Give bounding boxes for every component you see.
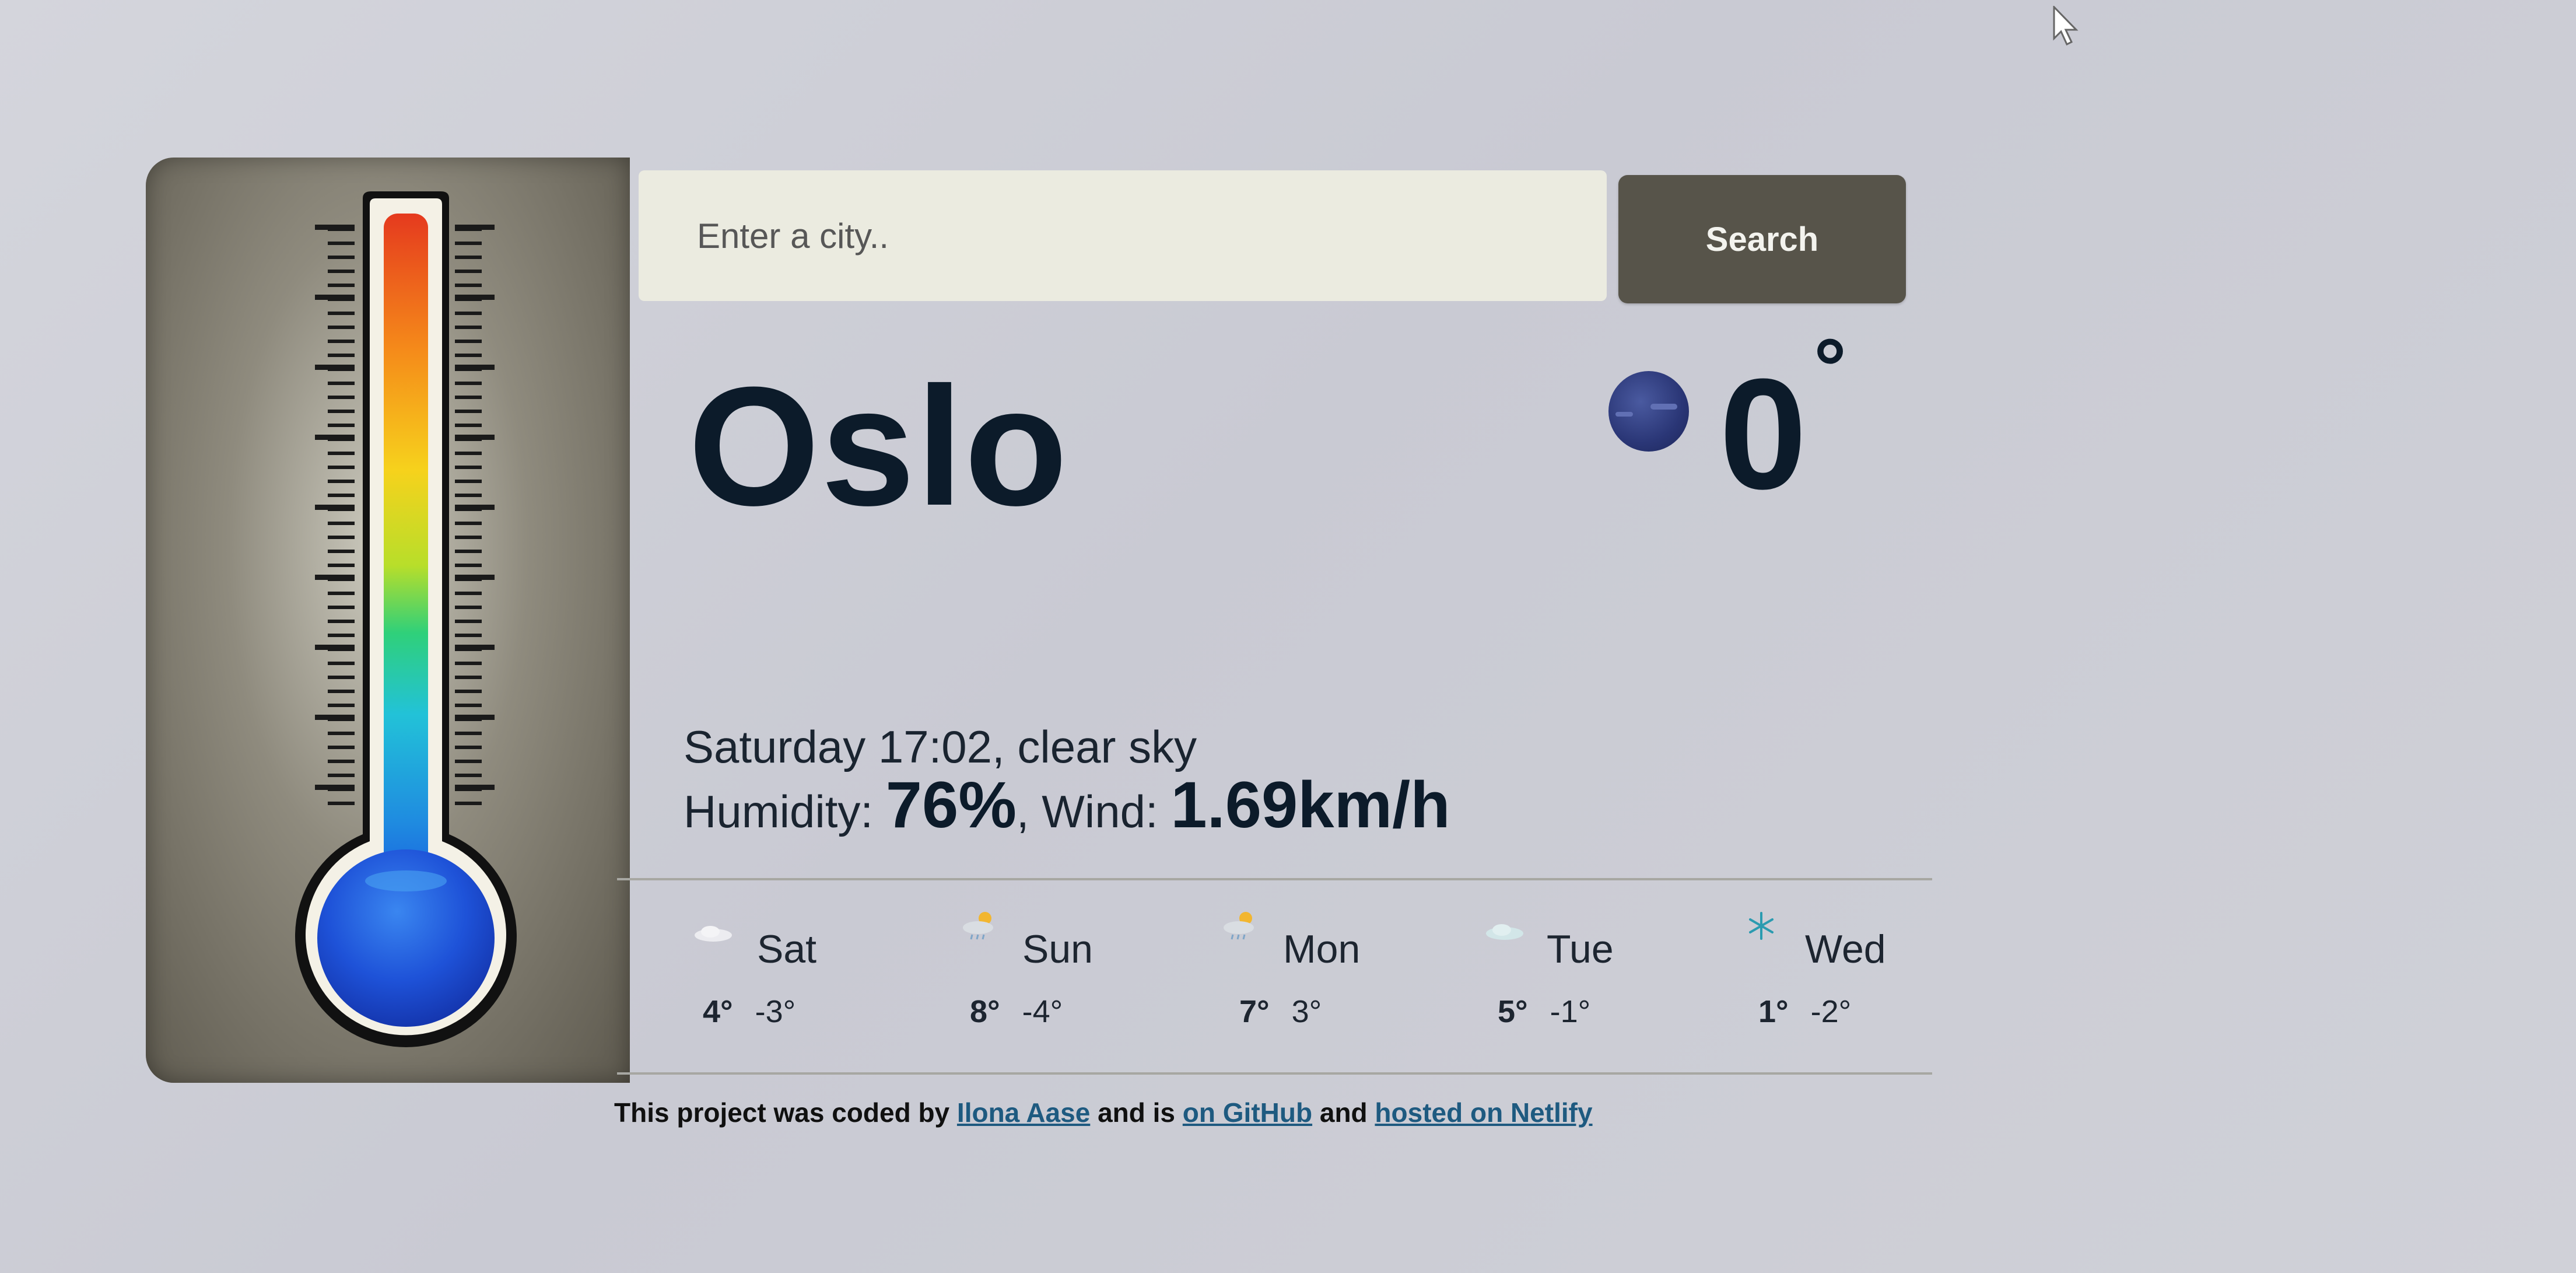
- mouse-cursor-icon: [2053, 6, 2079, 46]
- humidity-value: 76%: [885, 768, 1017, 841]
- current-temperature: 0: [1719, 347, 1807, 522]
- forecast-max: 1°: [1758, 994, 1789, 1029]
- forecast-min: -4°: [1022, 994, 1063, 1029]
- wind-value: 1.69km/h: [1170, 768, 1450, 841]
- forecast-day: Tue: [1547, 927, 1614, 971]
- snowflake-icon: [1749, 912, 1774, 940]
- cloud-icon: [695, 926, 732, 942]
- sun-rain-cloud-icon: [963, 912, 993, 940]
- forecast-max: 4°: [703, 994, 733, 1029]
- forecast-min: 3°: [1291, 994, 1322, 1029]
- footer-prefix: This project was coded by: [614, 1097, 957, 1128]
- forecast-day: Mon: [1283, 927, 1361, 971]
- city-search-input[interactable]: [639, 170, 1607, 301]
- forecast-max: 7°: [1239, 994, 1270, 1029]
- cloud-icon: [1486, 924, 1523, 940]
- forecast-day: Sat: [757, 927, 817, 971]
- footer-and: and: [1312, 1097, 1375, 1128]
- forecast-min: -1°: [1550, 994, 1591, 1029]
- github-link[interactable]: on GitHub: [1183, 1097, 1312, 1128]
- forecast-day: Sun: [1022, 927, 1093, 971]
- humidity-label: Humidity:: [684, 786, 886, 837]
- thermometer-image: [146, 158, 630, 1083]
- humidity-wind-line: Humidity: 76%, Wind: 1.69km/h: [684, 769, 1450, 841]
- netlify-link[interactable]: hosted on Netlify: [1375, 1097, 1592, 1128]
- forecast-temps: 4° -3°: [703, 996, 795, 1027]
- forecast-temps: 1° -2°: [1758, 996, 1851, 1027]
- wind-label: , Wind:: [1016, 786, 1171, 837]
- thermometer-icon: [295, 191, 517, 1047]
- sun-rain-cloud-icon: [1224, 912, 1254, 940]
- author-link[interactable]: Ilona Aase: [957, 1097, 1090, 1128]
- forecast-day: Wed: [1805, 927, 1886, 971]
- degree-symbol: °: [1814, 321, 1846, 413]
- city-name: Oslo: [688, 352, 1069, 541]
- forecast-max: 5°: [1498, 994, 1528, 1029]
- search-button[interactable]: Search: [1618, 175, 1906, 303]
- forecast-min: -3°: [755, 994, 796, 1029]
- footer-middle: and is: [1090, 1097, 1183, 1128]
- date-description: Saturday 17:02, clear sky: [684, 721, 1197, 772]
- forecast-temps: 7° 3°: [1239, 996, 1322, 1027]
- forecast-max: 8°: [970, 994, 1000, 1029]
- forecast-min: -2°: [1810, 994, 1852, 1029]
- divider-bottom: [617, 1072, 1932, 1075]
- forecast-temps: 8° -4°: [970, 996, 1063, 1027]
- moon-icon: [1608, 371, 1689, 452]
- forecast-temps: 5° -1°: [1498, 996, 1590, 1027]
- divider-top: [617, 878, 1932, 880]
- footer-credits: This project was coded by Ilona Aase and…: [614, 1097, 1593, 1128]
